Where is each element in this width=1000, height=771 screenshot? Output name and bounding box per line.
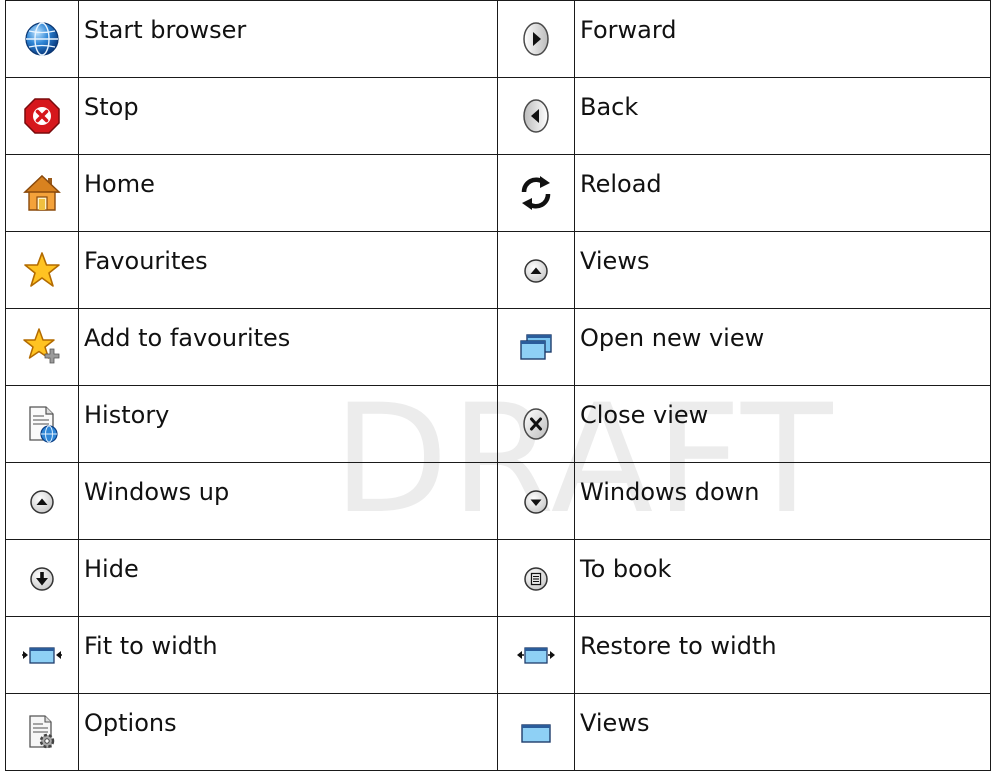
icon-label: Favourites <box>78 231 498 309</box>
restore-width-icon <box>516 635 556 675</box>
icon-cell <box>5 231 79 309</box>
legend-row: Stop Back <box>5 77 991 155</box>
legend-body: Start browser Forward Stop Back Home Reload Fa… <box>5 0 991 771</box>
icon-label: Options <box>78 693 498 771</box>
options-icon <box>22 712 62 752</box>
history-icon <box>22 404 62 444</box>
legend-row: Hide To book <box>5 539 991 617</box>
fit-width-icon <box>22 635 62 675</box>
back-arrow-icon <box>516 96 556 136</box>
icon-label: Restore to width <box>574 616 991 694</box>
icon-cell <box>497 308 575 386</box>
icon-label: Start browser <box>78 0 498 78</box>
legend-row: Add to favourites Open new view <box>5 308 991 386</box>
star-add-icon <box>22 327 62 367</box>
icon-cell <box>497 154 575 232</box>
icon-cell <box>5 77 79 155</box>
legend-row: Start browser Forward <box>5 0 991 78</box>
icon-cell <box>497 231 575 309</box>
icon-cell <box>497 462 575 540</box>
icon-cell <box>497 616 575 694</box>
icon-label: Reload <box>574 154 991 232</box>
icon-label: Home <box>78 154 498 232</box>
icon-cell <box>497 539 575 617</box>
icon-label: Close view <box>574 385 991 463</box>
chevron-up-circle-icon <box>516 250 556 290</box>
icon-cell <box>497 0 575 78</box>
icon-label: History <box>78 385 498 463</box>
forward-arrow-icon <box>516 19 556 59</box>
new-window-icon <box>516 327 556 367</box>
icon-label: Windows up <box>78 462 498 540</box>
window-icon <box>516 712 556 752</box>
icon-cell <box>497 385 575 463</box>
reload-icon <box>516 173 556 213</box>
icon-cell <box>5 616 79 694</box>
icon-cell <box>5 539 79 617</box>
icon-label: Views <box>574 693 991 771</box>
icon-cell <box>5 154 79 232</box>
home-icon <box>22 173 62 213</box>
icon-cell <box>5 308 79 386</box>
icon-label: Add to favourites <box>78 308 498 386</box>
arrow-down-circle-icon <box>22 558 62 598</box>
globe-icon <box>22 19 62 59</box>
icon-cell <box>5 0 79 78</box>
icon-cell <box>497 693 575 771</box>
icon-label: Hide <box>78 539 498 617</box>
chevron-down-circle-icon <box>516 481 556 521</box>
icon-legend-table: Start browser Forward Stop Back Home Reload Fa… <box>5 0 991 771</box>
icon-cell <box>497 77 575 155</box>
legend-row: Fit to width Restore to width <box>5 616 991 694</box>
legend-row: Options Views <box>5 693 991 771</box>
icon-label: Windows down <box>574 462 991 540</box>
close-circle-icon <box>516 404 556 444</box>
icon-label: Back <box>574 77 991 155</box>
icon-cell <box>5 693 79 771</box>
icon-label: Fit to width <box>78 616 498 694</box>
icon-label: Open new view <box>574 308 991 386</box>
legend-row: Home Reload <box>5 154 991 232</box>
icon-label: Stop <box>78 77 498 155</box>
star-icon <box>22 250 62 290</box>
book-circle-icon <box>516 558 556 598</box>
icon-cell <box>5 462 79 540</box>
stop-icon <box>22 96 62 136</box>
legend-row: Windows up Windows down <box>5 462 991 540</box>
legend-row: Favourites Views <box>5 231 991 309</box>
legend-row: History Close view <box>5 385 991 463</box>
icon-label: Forward <box>574 0 991 78</box>
chevron-up-circle-icon <box>22 481 62 521</box>
icon-label: Views <box>574 231 991 309</box>
icon-label: To book <box>574 539 991 617</box>
icon-cell <box>5 385 79 463</box>
